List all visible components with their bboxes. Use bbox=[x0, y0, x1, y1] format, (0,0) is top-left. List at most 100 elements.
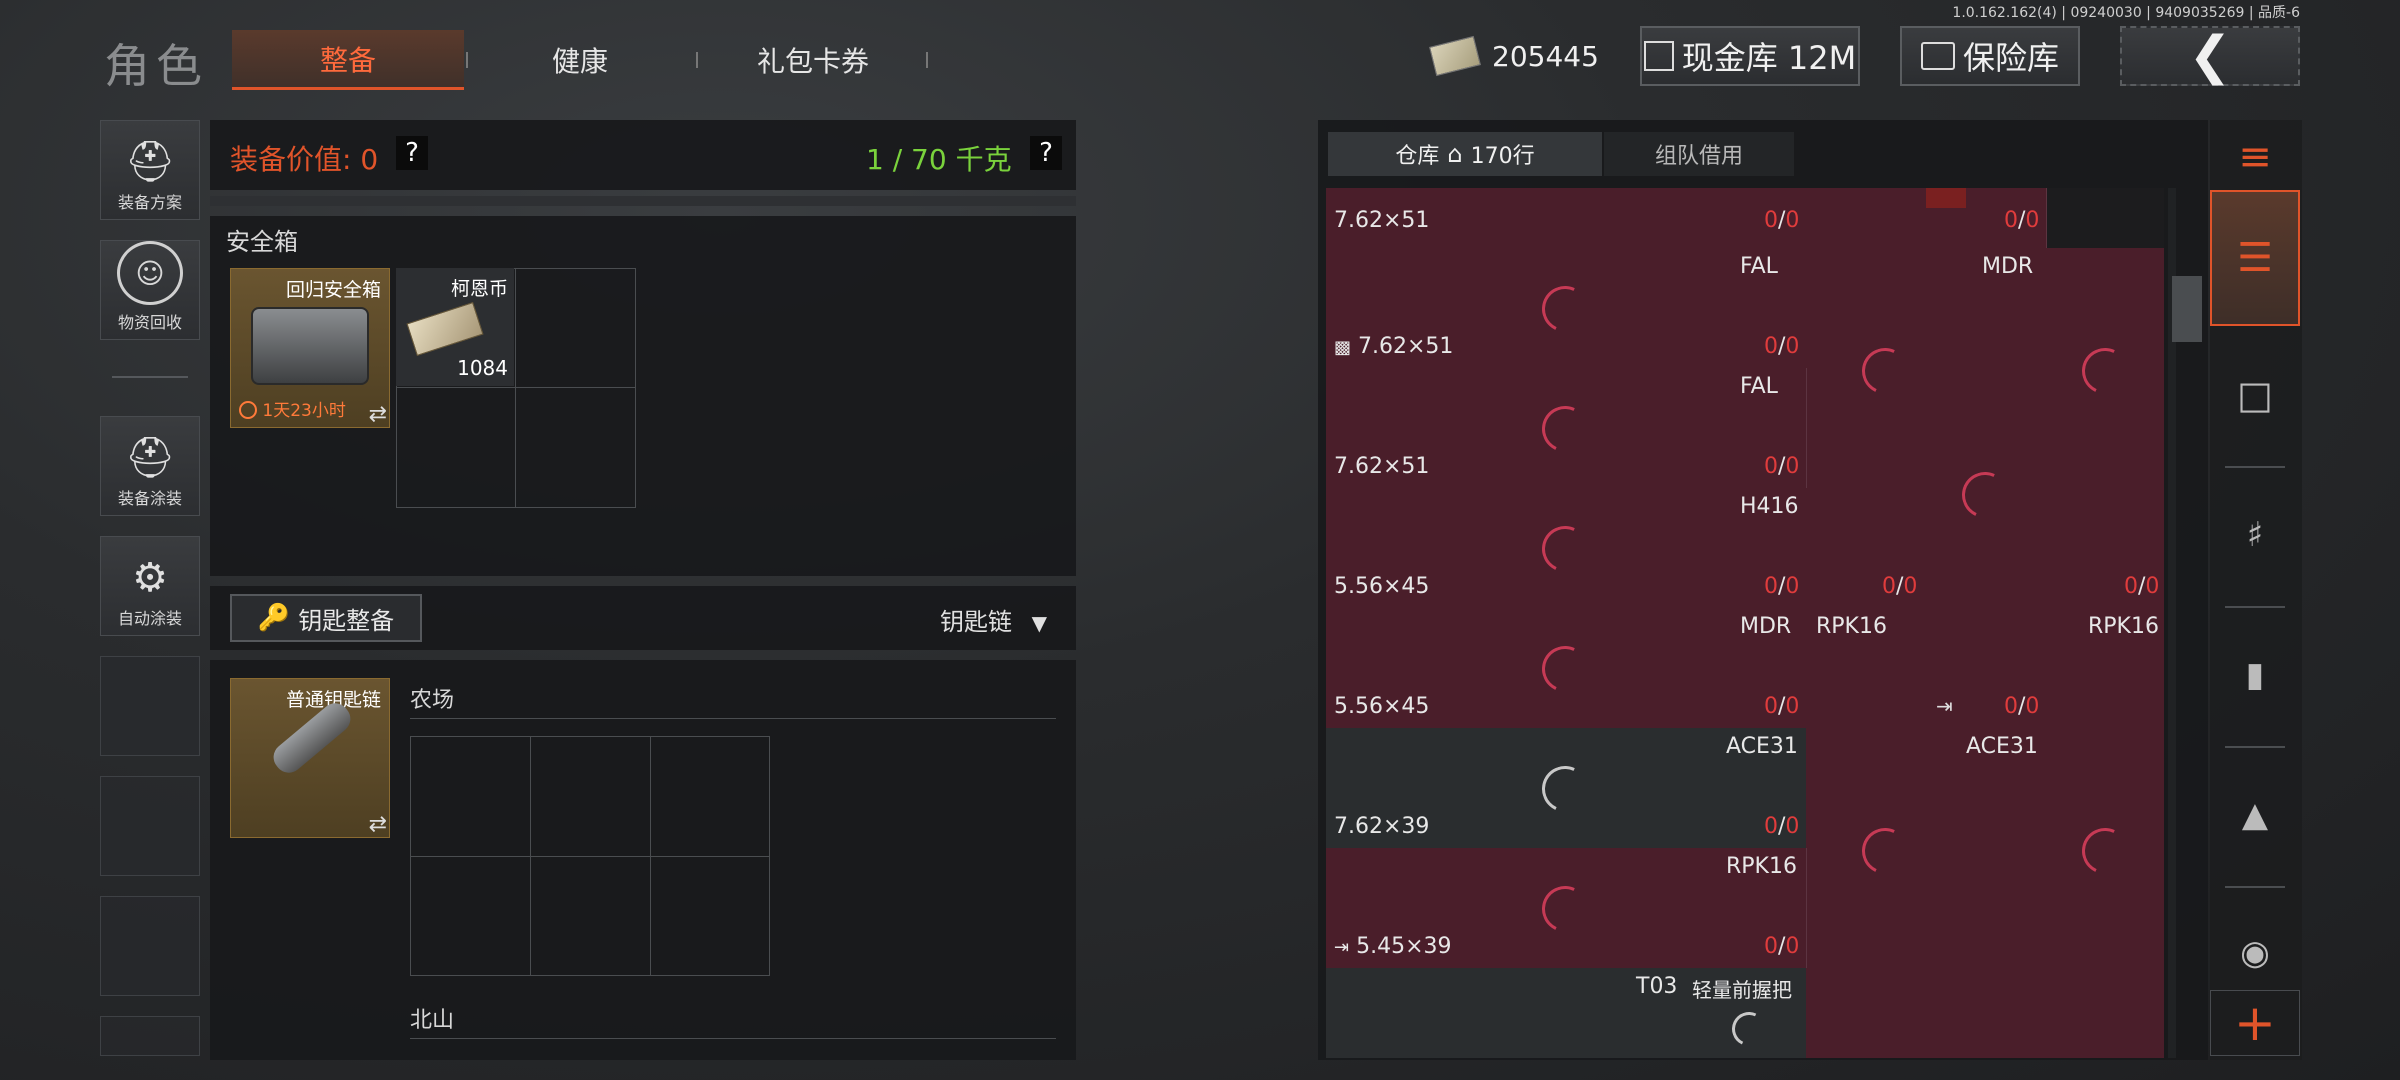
version-text: 1.0.162.162(4) | 09240030 | 9409035269 |… bbox=[1952, 5, 2300, 21]
grid-line bbox=[411, 856, 769, 857]
back-button[interactable]: ❮ bbox=[2120, 26, 2300, 86]
ammo-count: 0/0 bbox=[1764, 208, 1800, 233]
tab-prepare[interactable]: 整备 bbox=[232, 30, 464, 90]
section-divider bbox=[410, 1038, 1056, 1039]
rail-divider bbox=[2225, 746, 2285, 748]
category-scope-button[interactable]: ◉ bbox=[2210, 908, 2300, 998]
safe-box-item[interactable]: 回归安全箱 1天23小时 ⇄ bbox=[230, 268, 390, 428]
value-help-button[interactable]: ? bbox=[396, 136, 428, 170]
inventory-row: T03 轻量前握把 bbox=[1326, 968, 2164, 1058]
empty-rail-slot bbox=[100, 776, 200, 876]
swap-icon[interactable]: ⇄ bbox=[369, 812, 387, 837]
ammo-count: 0/0 bbox=[1764, 454, 1800, 479]
plus-icon: + bbox=[2234, 994, 2276, 1052]
team-borrow-tab[interactable]: 组队借用 bbox=[1604, 132, 1794, 176]
caliber-label: 7.62×39 bbox=[1334, 814, 1430, 839]
inventory-row: 7.62×51 0/0 0/0 bbox=[1326, 188, 2164, 249]
recycle-icon: ☺ bbox=[117, 241, 183, 305]
paint-helmet-icon: ⛑ bbox=[124, 435, 176, 481]
sort-all-button[interactable]: ≡ bbox=[2210, 112, 2300, 202]
category-all-button[interactable]: ☰ bbox=[2210, 190, 2300, 326]
money-value: 205445 bbox=[1492, 39, 1599, 73]
safe-icon bbox=[1920, 42, 1955, 70]
weapon-name: ACE31 bbox=[1966, 734, 2038, 759]
weapon-card[interactable] bbox=[1326, 968, 1687, 1058]
storage-rows: 170行 bbox=[1470, 144, 1535, 169]
ammo-count: 0/0 bbox=[1764, 694, 1800, 719]
keychain-dropdown-label: 钥匙链 bbox=[940, 608, 1012, 636]
cash-icon bbox=[1429, 35, 1481, 77]
insurance-vault-button[interactable]: 保险库 bbox=[1900, 26, 2080, 86]
rail-divider bbox=[2225, 886, 2285, 888]
category-armor-button[interactable]: □ bbox=[2210, 350, 2300, 440]
rail-divider bbox=[2225, 606, 2285, 608]
layers-refresh-icon: ≡ bbox=[2238, 134, 2272, 180]
weapon-name: MDR bbox=[1740, 614, 1792, 639]
inventory-row: ACE31 ACE31 7.62×39 0/0 bbox=[1326, 728, 2164, 968]
tab-gift-cards[interactable]: 礼包卡券 bbox=[700, 30, 926, 90]
chevron-down-icon: ▼ bbox=[1031, 611, 1048, 635]
ammo-count: 0/0 bbox=[2004, 694, 2040, 719]
weapon-name: H416 bbox=[1740, 494, 1799, 519]
farm-key-grid bbox=[410, 736, 770, 976]
weapon-name: ACE31 bbox=[1726, 734, 1798, 759]
caliber-label: 5.56×45 bbox=[1334, 574, 1430, 599]
equipment-paint-button[interactable]: ⛑ 装备涂装 bbox=[100, 416, 200, 516]
auto-paint-label: 自动涂装 bbox=[117, 609, 182, 628]
weight-help-button[interactable]: ? bbox=[1030, 136, 1062, 170]
key-prepare-label: 钥匙整备 bbox=[298, 606, 395, 635]
weapon-name: FAL bbox=[1740, 374, 1778, 399]
cash-vault-label: 现金库 12M bbox=[1681, 39, 1857, 77]
supply-recycle-button[interactable]: ☺ 物资回收 bbox=[100, 240, 200, 340]
safe-box-timer: 1天23小时 bbox=[239, 396, 346, 421]
category-weapon-button[interactable]: ♯ bbox=[2210, 490, 2300, 580]
ammo-count: 0/0 bbox=[1764, 814, 1800, 839]
cash-vault-icon bbox=[1643, 41, 1674, 71]
bullet-icon: ▲ bbox=[2241, 795, 2269, 835]
page-title: 角色 bbox=[104, 39, 208, 93]
caliber-label: 7.62×51 bbox=[1334, 454, 1430, 479]
safe-box-title: 安全箱 bbox=[226, 228, 298, 256]
insurance-vault-label: 保险库 bbox=[1962, 39, 2059, 77]
empty-rail-slot bbox=[100, 1016, 200, 1056]
weight-progress-bar bbox=[210, 196, 1076, 206]
cash-vault-button[interactable]: 现金库 12M bbox=[1640, 26, 1860, 86]
caliber-label: ▩ 7.62×51 bbox=[1334, 334, 1454, 359]
ammo-count: 0/0 bbox=[1764, 574, 1800, 599]
coin-item[interactable]: 柯恩币 1084 bbox=[396, 268, 514, 386]
back-arrow-icon: ❮ bbox=[2188, 26, 2232, 86]
loadout-plan-button[interactable]: ⛑ 装备方案 bbox=[100, 120, 200, 220]
keychain-dropdown[interactable]: 钥匙链 ▼ bbox=[940, 602, 1047, 637]
weapon-name: RPK16 bbox=[1726, 854, 1797, 879]
coin-name: 柯恩币 bbox=[450, 278, 508, 300]
storage-tab[interactable]: 仓库 ⌂ 170行 bbox=[1328, 132, 1602, 176]
weapon-card[interactable] bbox=[1806, 968, 2164, 1058]
category-magazine-button[interactable]: ▮ bbox=[2210, 630, 2300, 720]
supply-recycle-label: 物资回收 bbox=[117, 313, 182, 332]
inventory-row: RPK16 ⇥ 5.45×39 0/0 bbox=[1326, 848, 1807, 969]
home-icon: ⌂ bbox=[1447, 140, 1463, 168]
export-icon: ⇥ bbox=[1936, 694, 1953, 718]
north-mountain-label: 北山 bbox=[410, 1008, 455, 1033]
inventory-row: H416 5.56×45 0/0 0/0 0/0 bbox=[1326, 465, 2164, 609]
tab-health[interactable]: 健康 bbox=[470, 30, 690, 90]
vest-icon: □ bbox=[2237, 373, 2273, 417]
weapon-thumbnail bbox=[1926, 188, 1966, 208]
key-prepare-button[interactable]: 🔑 钥匙整备 bbox=[230, 594, 422, 642]
caliber-label: ⇥ 5.45×39 bbox=[1334, 934, 1452, 959]
auto-paint-button[interactable]: ⚙ 自动涂装 bbox=[100, 536, 200, 636]
scrollbar-thumb[interactable] bbox=[2172, 276, 2202, 342]
caliber-label: 5.56×45 bbox=[1334, 694, 1430, 719]
weapon-name: T03 bbox=[1636, 974, 1678, 999]
empty-rail-slot bbox=[100, 656, 200, 756]
empty-rail-slot bbox=[100, 896, 200, 996]
tab-divider bbox=[696, 52, 698, 68]
coin-count: 1084 bbox=[457, 356, 508, 380]
add-category-button[interactable]: + bbox=[2210, 990, 2300, 1056]
swap-icon[interactable]: ⇄ bbox=[369, 402, 387, 427]
keychain-item[interactable]: 普通钥匙链 ⇄ bbox=[230, 678, 390, 838]
category-ammo-button[interactable]: ▲ bbox=[2210, 770, 2300, 860]
attachment-name: 轻量前握把 bbox=[1692, 978, 1792, 1002]
rifle-icon: ♯ bbox=[2246, 515, 2264, 555]
ammo-count: 0/0 bbox=[2124, 574, 2160, 599]
